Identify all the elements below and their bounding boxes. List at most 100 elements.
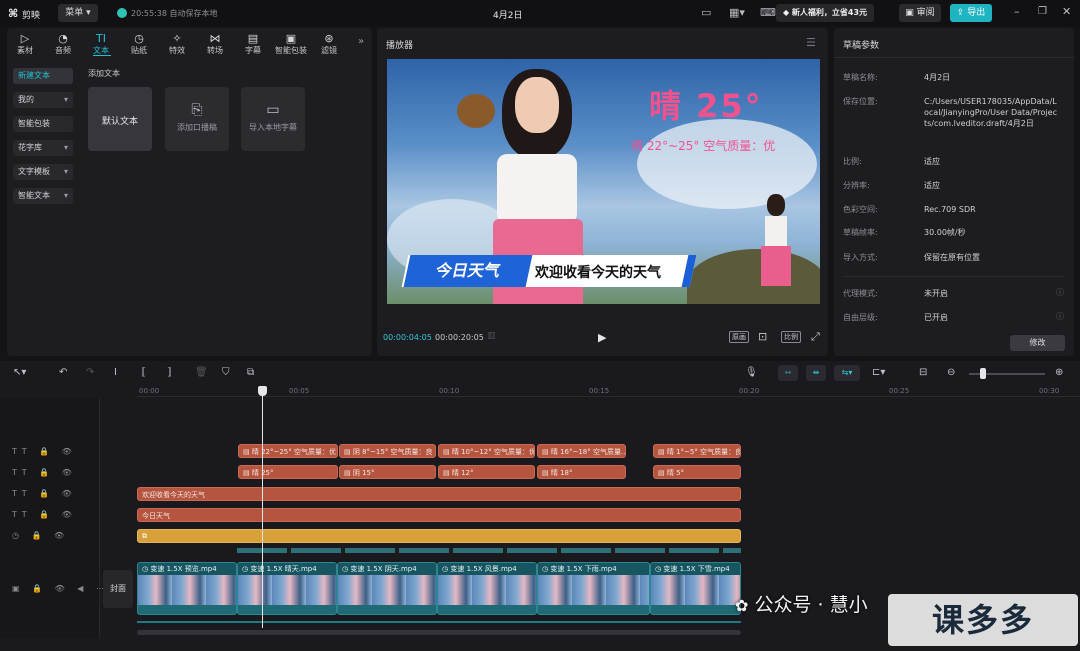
text-clip[interactable]: ▤ 晴 18° [537,465,626,479]
review-button[interactable]: ▣ 审阅 [899,4,941,22]
video-clip[interactable]: ◷ 变速 1.5X 预览.mp4 [137,562,237,615]
original-quality-button[interactable]: 原画 [729,331,749,343]
sticker-clip[interactable]: ⧉ [137,529,741,543]
default-text-card[interactable]: 默认文本 [88,87,152,151]
crop-icon[interactable]: ⧉ [247,367,254,378]
tab-text[interactable]: TI 文本 [84,32,118,56]
sidebar-item-4[interactable]: 文字模板 ▾ [13,164,73,180]
sidebar-item-0[interactable]: 新建文本 [13,68,73,84]
tab-effects[interactable]: ✧ 特效 [160,32,194,56]
zoom-in-icon[interactable]: ⊕ [1055,367,1063,378]
cover-button[interactable]: 封面 [103,570,133,608]
text-clip[interactable]: ▤ 晴 25° [238,465,338,479]
active-tab-underline [93,55,111,56]
layout-icon[interactable]: ▭ [701,6,711,19]
close-icon[interactable]: ✕ [1062,5,1071,18]
tab-transition[interactable]: ⋈ 转场 [198,32,232,56]
import-subtitle-card[interactable]: ▭ 导入本地字幕 [241,87,305,151]
ratio-button[interactable]: 比例 [781,331,801,343]
track2-controls[interactable]: TT 🔒 👁 [12,468,77,477]
text-clip[interactable]: ▤ 晴 22°~25° 空气质量：优 [238,444,338,458]
text-clip[interactable]: ▤ 晴 10°~12° 空气质量：优 [438,444,535,458]
minimize-icon[interactable]: – [1014,5,1020,18]
video-clip[interactable]: ◷ 变速 1.5X 阴天.mp4 [337,562,437,615]
playhead-handle[interactable] [258,386,267,396]
text-clip[interactable]: ▤ 晴 12° [438,465,535,479]
promo-button[interactable]: ◆ 新人福利，立省43元 [776,4,874,22]
player-menu-icon[interactable]: ☰ [806,36,816,49]
horizontal-scrollbar[interactable] [137,630,741,635]
trim-right-icon[interactable]: ⟧ [167,367,172,378]
player-title: 播放器 [386,41,414,51]
expand-tabs-icon[interactable]: » [358,36,364,47]
maximize-icon[interactable]: ❐ [1038,6,1047,17]
playhead-line[interactable] [262,392,263,628]
tab-filter[interactable]: ⊛ 滤镜 [312,32,346,56]
draft-label-6: 导入方式: [843,253,878,262]
text-clip[interactable]: ▤ 晴 1°~5° 空气质量：良 [653,444,741,458]
text-clip[interactable]: ▤ 晴 16°~18° 空气质量... [537,444,626,458]
menu-button[interactable]: 菜单 ▾ [58,4,98,22]
export-button[interactable]: ⇪ 导出 [950,4,992,22]
main-track-controls[interactable]: ▣ 🔒 👁 ◀ ⋯ [12,584,109,593]
preview-axis-toggle[interactable]: ⇆▾ [834,365,860,381]
zoom-slider-handle[interactable] [980,368,986,379]
video-underline [137,621,741,623]
media-icon: ▷ [20,32,30,45]
video-clip[interactable]: ◷ 变速 1.5X 下雪.mp4 [650,562,741,615]
split-icon[interactable]: Ⅰ [114,367,117,378]
zoom-fit-icon[interactable]: ⊡ [758,330,767,343]
sidebar-item-2[interactable]: 智能包装 [13,116,73,132]
microphone-icon[interactable]: 🎙 [745,367,758,378]
play-button-icon[interactable]: ▶ [598,331,606,344]
today-weather-clip[interactable]: 今日天气 [137,508,741,522]
text-clip[interactable]: ▤ 晴 5° [653,465,741,479]
sidebar-item-5[interactable]: 智能文本 ▾ [13,188,73,204]
layout-mode-icon[interactable]: ▦▾ [729,6,745,19]
trim-left-icon[interactable]: ⟦ [141,367,146,378]
tab-caption[interactable]: ▤ 字幕 [236,32,270,56]
select-tool-icon[interactable]: ↖▾ [13,367,26,378]
mark-icon[interactable]: ⛉ [222,367,230,378]
text-icon: TI [96,32,106,45]
video-clip[interactable]: ◷ 变速 1.5X 风景.mp4 [437,562,537,615]
total-time: 00:00:20:05 [435,333,484,342]
watermark: ✿ 公众号 · 慧小 [735,594,868,616]
draft-divider [834,57,1074,58]
proxy-info-icon[interactable]: ⓘ [1056,287,1064,298]
draft-value-7: 未开启 [924,289,948,298]
ruler-tick-label: 00:25 [889,387,910,395]
tab-media[interactable]: ▷ 素材 [8,32,42,56]
edit-button[interactable]: 修改 [1010,335,1065,351]
welcome-text-clip[interactable]: 欢迎收看今天的天气 [137,487,741,501]
undo-icon[interactable]: ↶ [59,367,67,378]
redo-icon[interactable]: ↷ [86,367,94,378]
sidebar-item-3[interactable]: 花字库 ▾ [13,140,73,156]
text-clip[interactable]: ▤ 阴 8°~15° 空气质量：良 [339,444,436,458]
subtitle-icon[interactable]: ⊟ [919,367,927,378]
zoom-out-icon[interactable]: ⊖ [947,367,955,378]
preview-canvas[interactable]: 晴 25° 晴 22°~25° 空气质量：优 今日天气 欢迎收看今天的天气 [387,59,820,304]
track5-controls[interactable]: ◷ 🔒 👁 [12,531,69,540]
tab-sticker[interactable]: ◷ 贴纸 [122,32,156,56]
sidebar-item-1[interactable]: 我的 ▾ [13,92,73,108]
track1-controls[interactable]: TT 🔒 👁 [12,447,77,456]
shortcut-icon[interactable]: ⌨ [760,6,776,19]
layer-info-icon[interactable]: ⓘ [1056,311,1064,322]
video-clip[interactable]: ◷ 变速 1.5X 下雨.mp4 [537,562,650,615]
fullscreen-icon[interactable]: ⤢ [811,330,820,344]
track4-controls[interactable]: TT 🔒 👁 [12,510,77,519]
text-clip[interactable]: ▤ 阴 15° [339,465,436,479]
autosave-status: 20:55:38 自动保存本地 [131,9,218,18]
tab-smart-pack[interactable]: ▣ 智能包装 [274,32,308,56]
tab-audio[interactable]: ◔ 音频 [46,32,80,56]
add-script-card[interactable]: ⎘ 添加口播稿 [165,87,229,151]
video-clip[interactable]: ◷ 变速 1.5X 晴天.mp4 [237,562,337,615]
delete-icon[interactable]: 🗑 [195,367,208,378]
chevron-down-icon: ▾ [63,143,68,152]
track-mode-icon[interactable]: ⊏▾ [872,367,885,378]
link-toggle[interactable]: ⇿ [778,365,798,381]
video-clip-header: ◷ 变速 1.5X 下雨.mp4 [538,563,649,575]
snap-toggle[interactable]: ⇹ [806,365,826,381]
track3-controls[interactable]: TT 🔒 👁 [12,489,77,498]
